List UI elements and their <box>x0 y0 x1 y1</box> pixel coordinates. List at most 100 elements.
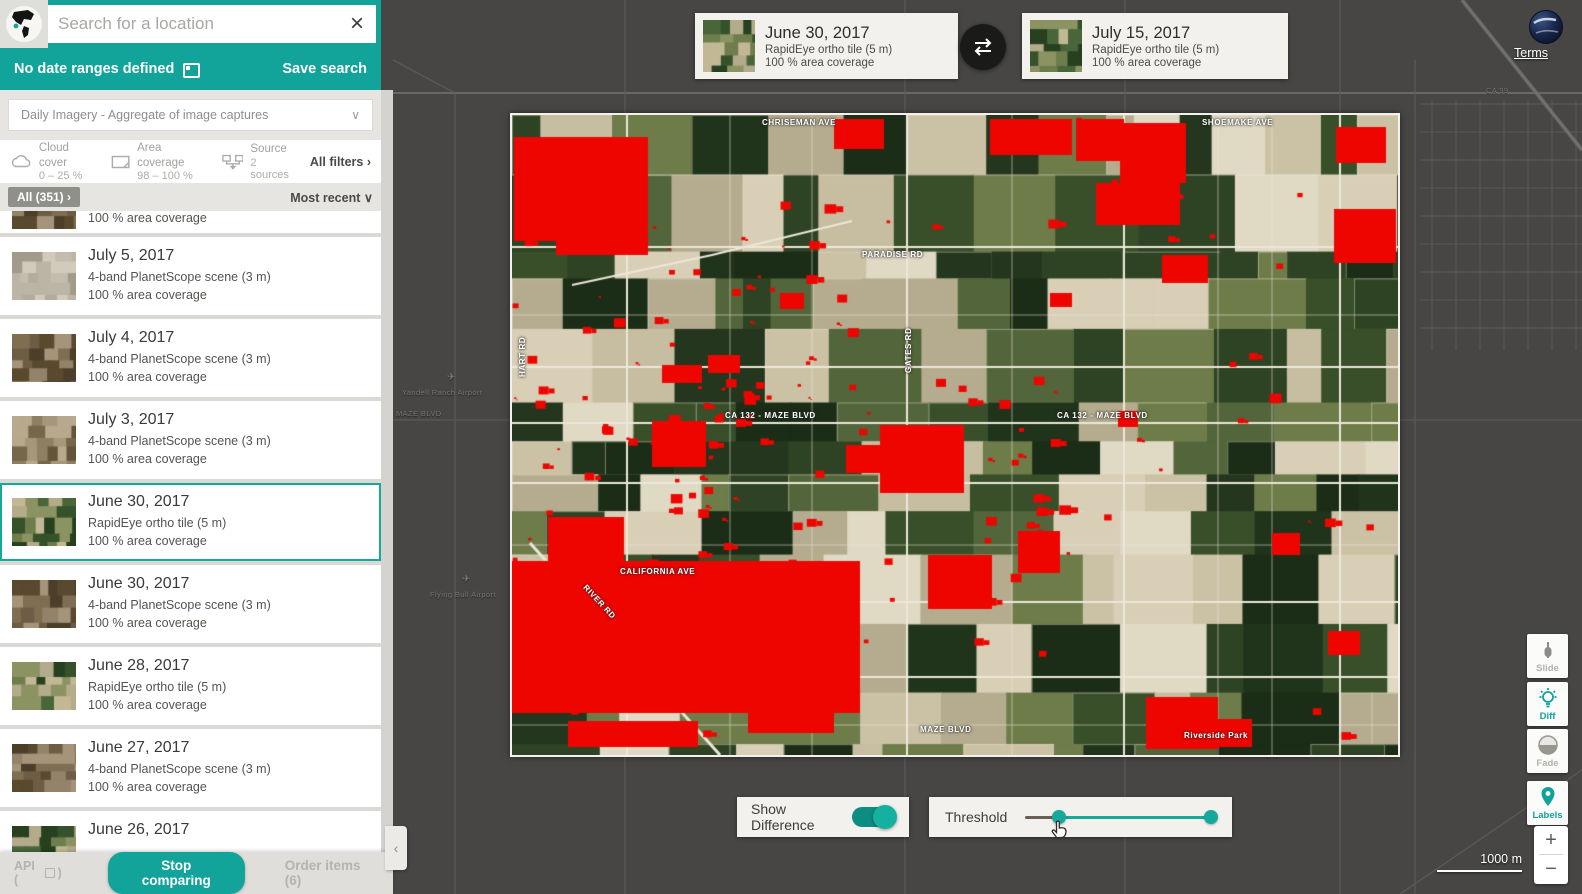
list-item[interactable]: 100 % area coverage <box>0 211 381 233</box>
order-items-button[interactable]: Order items (6) <box>285 858 379 888</box>
tool-diff-button[interactable]: Diff <box>1527 682 1568 726</box>
tool-fade-label: Fade <box>1527 758 1568 769</box>
sort-dropdown[interactable]: Most recent ∨ <box>290 190 373 205</box>
road-label: CA 132 - MAZE BLVD <box>1057 411 1148 420</box>
chevron-down-icon: ∨ <box>351 108 360 122</box>
source-value: 2 sources <box>250 157 294 181</box>
calendar-icon[interactable] <box>183 63 200 78</box>
planet-explorer-app: ✈Yandell Ranch AirportMAZE BLVD✈Flying B… <box>0 0 1582 894</box>
threshold-panel: Threshold <box>929 797 1232 837</box>
compare-left-coverage: 100 % area coverage <box>765 57 892 69</box>
slider-track-range[interactable] <box>1059 816 1211 819</box>
list-item[interactable]: July 5, 2017 4-band PlanetScope scene (3… <box>0 237 381 315</box>
sidebar-scroll-gutter[interactable] <box>381 90 393 852</box>
item-coverage: 100 % area coverage <box>88 534 207 548</box>
item-thumbnail <box>12 498 76 546</box>
area-coverage-icon <box>111 154 130 170</box>
close-icon[interactable]: × <box>338 5 376 43</box>
list-item[interactable]: July 3, 2017 4-band PlanetScope scene (3… <box>0 401 381 479</box>
basemap-label: CA 99 <box>1486 86 1508 95</box>
item-thumbnail <box>12 826 76 852</box>
search-input[interactable] <box>48 14 338 34</box>
compare-card-right[interactable]: July 15, 2017 RapidEye ortho tile (5 m) … <box>1022 13 1288 79</box>
tool-fade-button[interactable]: Fade <box>1527 729 1568 773</box>
compare-right-subtitle: RapidEye ortho tile (5 m) <box>1092 44 1219 56</box>
item-thumbnail <box>12 744 76 792</box>
compare-left-thumbnail <box>703 20 755 72</box>
threshold-label: Threshold <box>945 809 1007 825</box>
labels-pin-icon <box>1527 781 1568 810</box>
road-label: Riverside Park <box>1184 731 1248 740</box>
scale-label: 1000 m <box>1404 852 1522 866</box>
item-coverage: 100 % area coverage <box>88 211 207 225</box>
basemap-label: ✈ <box>462 574 471 585</box>
road-label: HART RD <box>518 337 527 377</box>
cloud-cover-filter[interactable]: Cloud cover 0 – 25 % <box>10 141 95 182</box>
zoom-out-button[interactable]: − <box>1534 855 1568 883</box>
road-label: SHOEMAKE AVE <box>1202 118 1273 127</box>
results-header: All (351) › Most recent ∨ <box>0 183 381 211</box>
item-subtitle: 4-band PlanetScope scene (3 m) <box>88 598 271 612</box>
threshold-slider[interactable] <box>1025 807 1216 827</box>
sidebar: × No date ranges defined Save search Dai… <box>0 0 381 894</box>
diff-lightbulb-icon <box>1527 682 1568 711</box>
compare-left-title: June 30, 2017 <box>765 24 892 43</box>
globe-orb-button[interactable] <box>1528 9 1564 45</box>
item-title: June 26, 2017 <box>88 821 189 839</box>
tool-slide-label: Slide <box>1527 663 1568 674</box>
api-label-close: ) <box>58 866 62 880</box>
sidebar-collapse-tab[interactable]: ‹ <box>385 826 407 870</box>
list-item[interactable]: June 27, 2017 4-band PlanetScope scene (… <box>0 729 381 807</box>
api-link[interactable]: API ( ) <box>14 859 62 887</box>
basemap-label: MAZE BLVD <box>396 409 442 418</box>
stop-comparing-button[interactable]: Stop comparing <box>108 852 245 894</box>
list-item[interactable]: June 26, 2017 <box>0 811 381 852</box>
compare-imagery-frame[interactable]: CHRISEMAN AVESHOEMAKE AVEPARADISE RDCA 1… <box>510 113 1400 757</box>
item-title: June 28, 2017 <box>88 657 189 675</box>
item-subtitle: 4-band PlanetScope scene (3 m) <box>88 762 271 776</box>
item-thumbnail <box>12 416 76 464</box>
item-title: July 5, 2017 <box>88 247 174 265</box>
cloud-cover-name: Cloud cover <box>39 141 95 170</box>
source-icon <box>222 153 244 170</box>
list-item[interactable]: June 30, 2017 4-band PlanetScope scene (… <box>0 565 381 643</box>
zoom-in-button[interactable]: + <box>1534 826 1568 854</box>
item-title: June 30, 2017 <box>88 575 189 593</box>
list-item[interactable]: July 4, 2017 4-band PlanetScope scene (3… <box>0 319 381 397</box>
list-item[interactable]: June 28, 2017 RapidEye ortho tile (5 m) … <box>0 647 381 725</box>
item-title: July 4, 2017 <box>88 329 174 347</box>
results-count-chip[interactable]: All (351) › <box>8 187 80 207</box>
cloud-icon <box>10 154 32 169</box>
source-filter[interactable]: Source 2 sources <box>222 142 294 180</box>
slide-icon <box>1527 634 1568 663</box>
show-difference-label: Show Difference <box>751 801 852 833</box>
item-coverage: 100 % area coverage <box>88 780 207 794</box>
basemap-label: Flying Bull Airport <box>430 590 496 599</box>
list-item-selected[interactable]: June 30, 2017 RapidEye ortho tile (5 m) … <box>0 483 381 561</box>
tool-labels-button[interactable]: Labels <box>1527 781 1568 825</box>
item-subtitle: RapidEye ortho tile (5 m) <box>88 680 226 694</box>
slider-handle-min[interactable] <box>1052 810 1066 824</box>
dataset-dropdown-value: Daily Imagery - Aggregate of image captu… <box>21 108 351 122</box>
dataset-dropdown[interactable]: Daily Imagery - Aggregate of image captu… <box>8 99 373 131</box>
all-filters-button[interactable]: All filters › <box>310 155 371 169</box>
show-difference-toggle[interactable] <box>852 807 895 827</box>
item-title: July 3, 2017 <box>88 411 174 429</box>
source-name: Source <box>250 142 294 156</box>
area-coverage-value: 98 – 100 % <box>137 170 205 182</box>
tool-slide-button[interactable]: Slide <box>1527 634 1568 678</box>
fade-icon <box>1527 729 1568 758</box>
save-search-button[interactable]: Save search <box>282 61 367 77</box>
slider-handle-max[interactable] <box>1204 810 1218 824</box>
zoom-control: + − <box>1534 826 1568 884</box>
search-header: × <box>0 0 381 48</box>
satellite-diff-canvas[interactable] <box>512 115 1398 755</box>
terms-link[interactable]: Terms <box>1514 46 1548 60</box>
scale-bar <box>1437 870 1522 872</box>
compare-card-left[interactable]: June 30, 2017 RapidEye ortho tile (5 m) … <box>695 13 958 79</box>
area-coverage-filter[interactable]: Area coverage 98 – 100 % <box>111 141 206 182</box>
toggle-knob[interactable] <box>873 805 897 829</box>
swap-compare-button[interactable] <box>960 24 1006 70</box>
planet-globe-logo[interactable] <box>0 0 48 48</box>
cloud-cover-value: 0 – 25 % <box>39 170 95 182</box>
